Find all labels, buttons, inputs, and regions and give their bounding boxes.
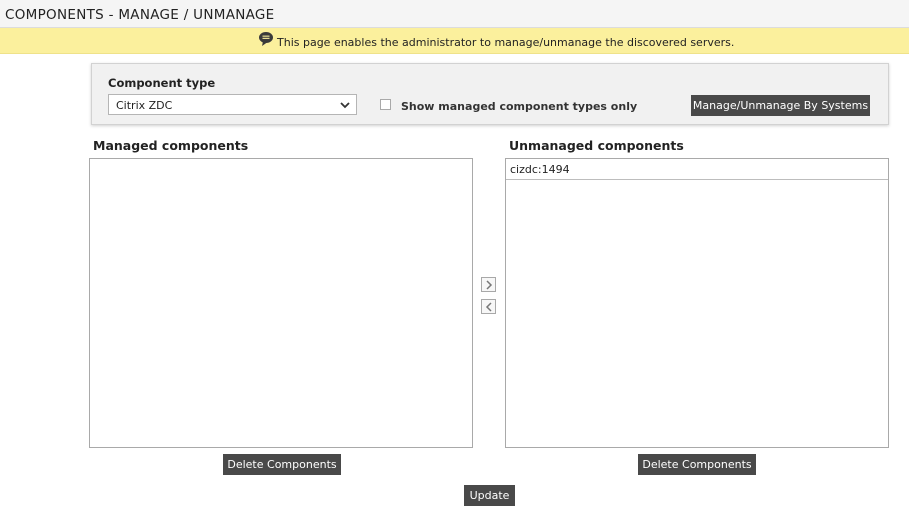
info-bar: This page enables the administrator to m…: [0, 28, 909, 54]
move-to-unmanaged-button[interactable]: [481, 277, 496, 292]
chevron-down-icon: [340, 102, 350, 109]
component-type-select[interactable]: Citrix ZDC: [108, 94, 357, 115]
speech-bubble-icon: [259, 32, 273, 46]
show-managed-only-checkbox[interactable]: [380, 99, 391, 110]
managed-components-heading: Managed components: [93, 138, 249, 153]
unmanaged-components-list[interactable]: cizdc:1494: [505, 158, 889, 448]
unmanaged-components-heading: Unmanaged components: [509, 138, 684, 153]
list-item[interactable]: cizdc:1494: [506, 159, 888, 180]
title-bar: COMPONENTS - MANAGE / UNMANAGE: [0, 0, 909, 28]
manage-by-systems-button[interactable]: Manage/Unmanage By Systems: [691, 95, 870, 116]
show-managed-only-label: Show managed component types only: [401, 100, 638, 113]
filter-panel: Component type Citrix ZDC Show managed c…: [91, 63, 889, 125]
component-type-label: Component type: [108, 76, 216, 90]
chevron-left-icon: [485, 302, 492, 312]
page-title: COMPONENTS - MANAGE / UNMANAGE: [5, 7, 275, 23]
info-message: This page enables the administrator to m…: [277, 36, 735, 49]
chevron-right-icon: [486, 280, 493, 290]
move-to-managed-button[interactable]: [481, 299, 496, 314]
component-type-value: Citrix ZDC: [116, 99, 173, 112]
delete-managed-components-button[interactable]: Delete Components: [223, 454, 341, 475]
update-button[interactable]: Update: [464, 485, 515, 506]
delete-unmanaged-components-button[interactable]: Delete Components: [638, 454, 756, 475]
managed-components-list[interactable]: [89, 158, 473, 448]
